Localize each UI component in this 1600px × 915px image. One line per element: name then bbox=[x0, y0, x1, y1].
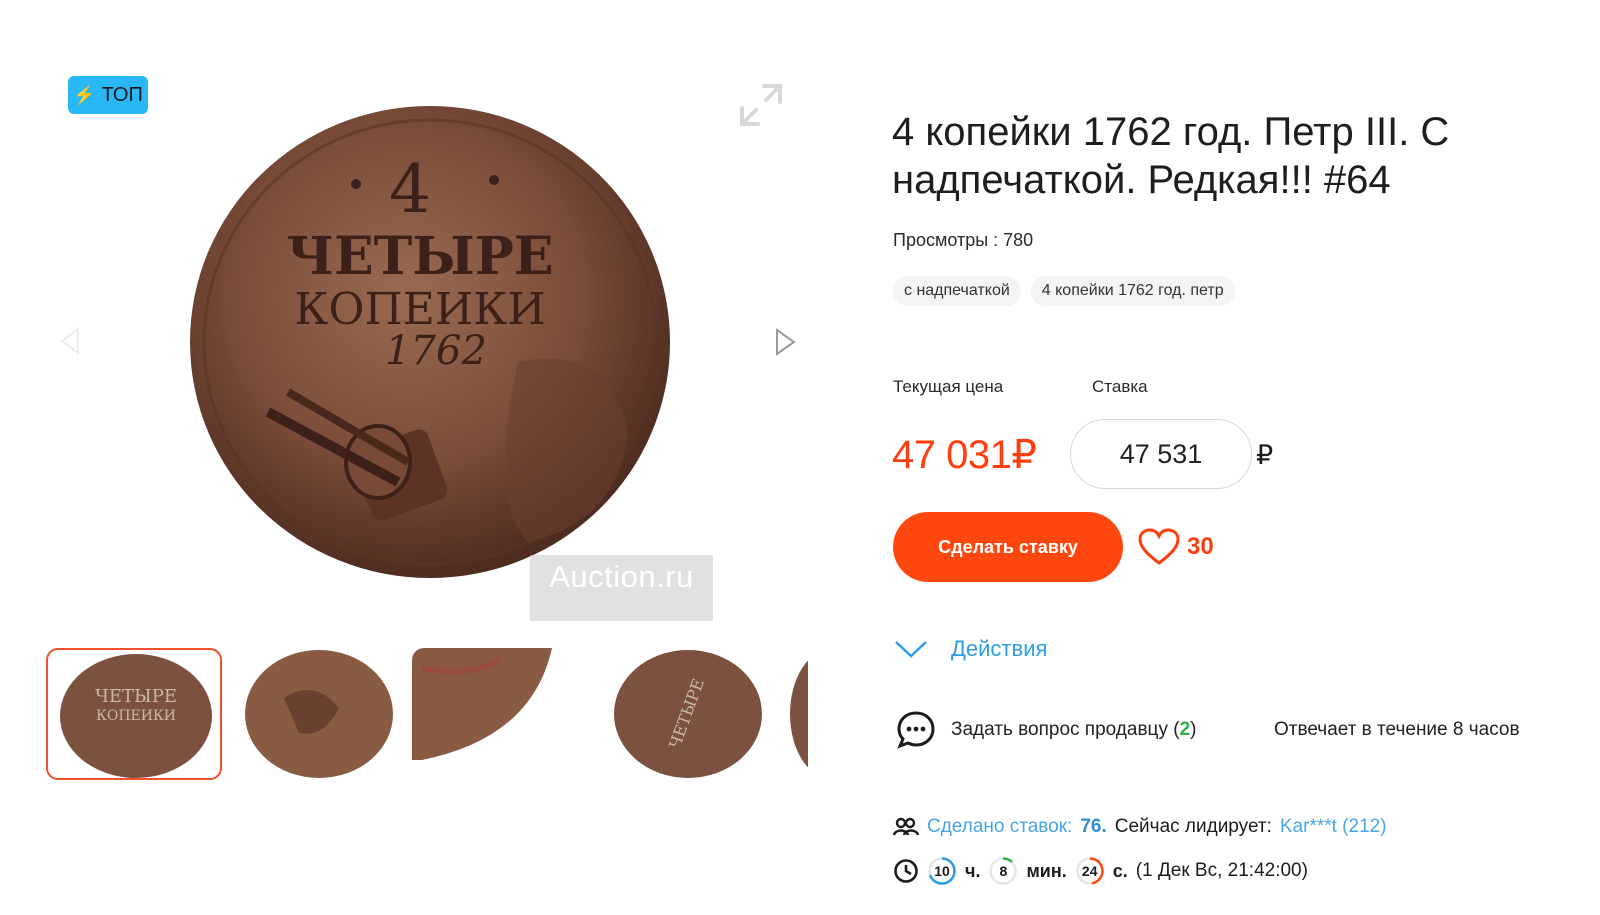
currency-symbol: ₽ bbox=[1256, 440, 1274, 470]
main-photo[interactable]: 4 ЧЕТЫРЕ КОПЕИКИ 1762 Auction.ru bbox=[150, 62, 715, 622]
bid-input[interactable] bbox=[1070, 419, 1252, 489]
lot-title: 4 копейки 1762 год. Петр III. С надпечат… bbox=[892, 110, 1450, 202]
seconds-value: 24 bbox=[1081, 863, 1098, 879]
expand-icon[interactable] bbox=[738, 82, 784, 128]
question-count: 2 bbox=[1179, 719, 1191, 740]
tag-item[interactable]: с надпечаткой bbox=[893, 276, 1021, 306]
leader-label: Сейчас лидирует: bbox=[1114, 816, 1272, 837]
svg-text:4: 4 bbox=[389, 151, 431, 228]
minutes-ring: 8 bbox=[988, 856, 1018, 886]
svg-text:1762: 1762 bbox=[385, 328, 487, 374]
auction-timer: 10 ч. 8 мин. 24 с. (1 Дек Вс, 21:42:00) bbox=[893, 856, 1308, 886]
bids-info: Сделано ставок: 76. Сейчас лидирует: Kar… bbox=[893, 816, 1387, 838]
watermark: Auction.ru bbox=[530, 555, 713, 621]
actions-toggle[interactable]: Действия bbox=[893, 636, 1047, 662]
bids-made-label[interactable]: Сделано ставок: bbox=[927, 816, 1072, 838]
chevron-right-icon[interactable] bbox=[772, 326, 798, 358]
ask-seller-label: Задать вопрос продавцу ( bbox=[951, 719, 1180, 740]
svg-text:ЧЕТЫРЕ: ЧЕТЫРЕ bbox=[286, 226, 553, 287]
current-price: 47 031₽ bbox=[892, 433, 1037, 477]
bid-label: Ставка bbox=[1092, 377, 1148, 396]
hours-unit: ч. bbox=[965, 860, 981, 881]
tag-list: с надпечаткой 4 копейки 1762 год. петр bbox=[893, 276, 1235, 306]
place-bid-button[interactable]: Сделать ставку bbox=[893, 512, 1123, 582]
top-badge: ⚡ ТОП bbox=[68, 76, 148, 114]
thumbnail-1[interactable]: ЧЕТЫРЕ КОПЕИКИ bbox=[46, 648, 222, 780]
watermark-text: Auction.ru bbox=[549, 559, 694, 594]
heart-icon bbox=[1138, 528, 1180, 565]
minutes-value: 8 bbox=[999, 863, 1008, 879]
thumbnail-strip: ЧЕТЫРЕ КОПЕИКИ ЧЕТЫРЕ bbox=[46, 648, 808, 784]
thumbnail-2[interactable] bbox=[244, 648, 420, 780]
bolt-icon: ⚡ bbox=[73, 84, 96, 105]
leader-user[interactable]: Kar***t (212) bbox=[1280, 816, 1387, 838]
tag-item[interactable]: 4 копейки 1762 год. петр bbox=[1030, 276, 1235, 306]
reply-time: Отвечает в течение 8 часов bbox=[1274, 719, 1520, 740]
seconds-unit: с. bbox=[1112, 860, 1128, 881]
hours-value: 10 bbox=[934, 863, 950, 879]
ask-seller-close: ) bbox=[1190, 719, 1197, 740]
current-price-label: Текущая цена bbox=[893, 377, 1004, 396]
coin-image: 4 ЧЕТЫРЕ КОПЕИКИ 1762 bbox=[190, 106, 670, 578]
views-count: Просмотры : 780 bbox=[893, 230, 1034, 250]
ask-seller-link[interactable]: Задать вопрос продавцу (2) bbox=[895, 709, 1196, 751]
ask-seller-text: Задать вопрос продавцу (2) bbox=[951, 719, 1196, 741]
hours-ring: 10 bbox=[927, 856, 957, 886]
seconds-ring: 24 bbox=[1075, 856, 1105, 886]
favorite-count: 30 bbox=[1187, 533, 1214, 560]
users-icon bbox=[893, 817, 919, 836]
auction-end-time: (1 Дек Вс, 21:42:00) bbox=[1135, 860, 1308, 881]
bids-count: 76. bbox=[1080, 816, 1107, 837]
top-badge-label: ТОП bbox=[101, 83, 143, 106]
thumbnail-5[interactable] bbox=[790, 648, 808, 780]
minutes-unit: мин. bbox=[1026, 860, 1067, 881]
actions-label: Действия bbox=[951, 636, 1048, 661]
chevron-down-icon bbox=[895, 641, 927, 658]
chat-icon bbox=[897, 711, 935, 749]
thumbnail-4[interactable]: ЧЕТЫРЕ bbox=[600, 648, 776, 780]
favorite-button[interactable]: 30 bbox=[1137, 527, 1214, 567]
svg-text:КОПЕИКИ: КОПЕИКИ bbox=[96, 708, 176, 724]
svg-text:ЧЕТЫРЕ: ЧЕТЫРЕ bbox=[95, 686, 177, 707]
chevron-left-icon[interactable] bbox=[58, 326, 82, 356]
thumbnail-3[interactable] bbox=[412, 648, 588, 780]
clock-icon bbox=[894, 859, 918, 883]
